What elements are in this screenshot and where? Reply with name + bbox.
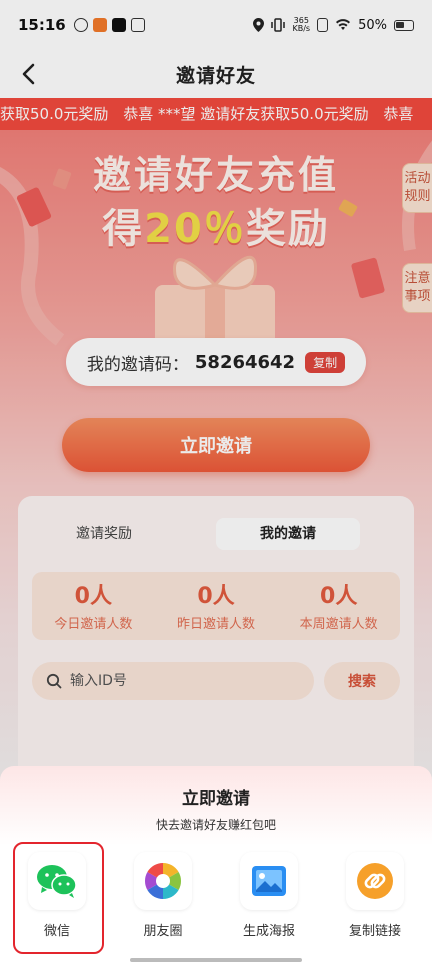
stat-label: 昨日邀请人数 [177,617,256,632]
net-speed: 365 KB/s [292,17,310,33]
stat-label: 今日邀请人数 [54,617,133,632]
copy-code-button[interactable]: 复制 [305,351,346,373]
location-icon [253,18,265,32]
stat-yesterday: 0人 昨日邀请人数 [155,572,278,640]
back-arrow-icon[interactable] [12,58,44,90]
id-search-input[interactable] [70,673,290,689]
link-icon[interactable] [346,852,404,910]
hero-banner: 邀请好友充值 得20％奖励 活动规则 注意事项 我的邀请码： 58264642 … [0,130,432,780]
status-right: 365 KB/s 50% [253,17,414,33]
stat-week: 0人 本周邀请人数 [277,572,400,640]
share-label: 微信 [43,924,70,939]
search-button[interactable]: 搜索 [324,662,400,700]
share-options: 微信 朋友圈 生成海报 复制链接 [0,852,432,939]
tab-my-invites[interactable]: 我的邀请 [216,518,360,550]
stat-label: 本周邀请人数 [299,617,378,632]
share-label: 复制链接 [348,924,401,939]
tiktok-icon [111,18,126,32]
notes-tab[interactable]: 注意事项 [402,263,432,313]
invite-stats: 0人 今日邀请人数 0人 昨日邀请人数 0人 本周邀请人数 [32,572,400,640]
net-speed-unit: KB/s [292,24,311,33]
hero-title-prefix: 得 [102,206,145,252]
battery-percent: 50% [358,17,387,33]
ticker-item: 获取50.0元奖励 [0,105,109,123]
status-time: 15:16 [18,16,66,34]
wechat-icon[interactable] [28,852,86,910]
taobao-icon [92,18,107,32]
wifi-icon [336,19,351,30]
app-notification-icon [73,18,88,32]
tab-invite-rewards[interactable]: 邀请奖励 [32,518,176,550]
moments-icon[interactable] [134,852,192,910]
poster-icon[interactable] [240,852,298,910]
share-poster[interactable]: 生成海报 [219,852,319,939]
invite-panel: 邀请奖励 我的邀请 0人 今日邀请人数 0人 昨日邀请人数 0人 本周邀请人数 … [18,496,414,780]
message-icon [130,18,145,32]
share-sheet: 立即邀请 快去邀请好友赚红包吧 微信 朋友圈 生成海报 复制链接 [0,766,432,964]
activity-rules-tab[interactable]: 活动规则 [402,163,432,213]
invite-now-button[interactable]: 立即邀请 [62,418,370,472]
vibrate-icon [271,18,286,32]
stat-today: 0人 今日邀请人数 [32,572,155,640]
announcement-ticker: 获取50.0元奖励 恭喜 ***望 邀请好友获取50.0元奖励 恭喜 [0,98,432,130]
stat-value: 0人 [320,584,358,609]
sim-icon [317,18,329,32]
stat-value: 0人 [74,584,112,609]
invite-code-label: 我的邀请码： [86,354,189,375]
search-icon [46,673,62,689]
search-row: 搜索 [32,662,400,700]
notification-icons [73,18,145,32]
home-indicator [130,958,302,962]
share-moments[interactable]: 朋友圈 [113,852,213,939]
gift-box-illustration [155,255,275,350]
status-bar: 15:16 365 KB/s 50% [0,0,432,50]
ticker-item: 恭喜 [383,105,414,123]
invite-code-pill: 我的邀请码： 58264642 复制 [66,338,366,386]
share-label: 朋友圈 [143,924,183,939]
ticker-item: 恭喜 ***望 邀请好友获取50.0元奖励 [123,105,369,123]
page-title: 邀请好友 [175,64,256,87]
share-copy-link[interactable]: 复制链接 [325,852,425,939]
sheet-title: 立即邀请 [182,789,250,809]
nav-bar: 邀请好友 [0,50,432,98]
hero-title-line1: 邀请好友充值 [92,153,339,197]
stat-value: 0人 [197,584,235,609]
invite-code-value: 58264642 [194,351,296,373]
share-wechat[interactable]: 微信 [7,852,107,939]
share-label: 生成海报 [242,924,295,939]
battery-icon [394,19,414,31]
search-box [32,662,314,700]
sheet-subtitle: 快去邀请好友赚红包吧 [155,818,276,832]
invite-tabs: 邀请奖励 我的邀请 [32,516,400,552]
